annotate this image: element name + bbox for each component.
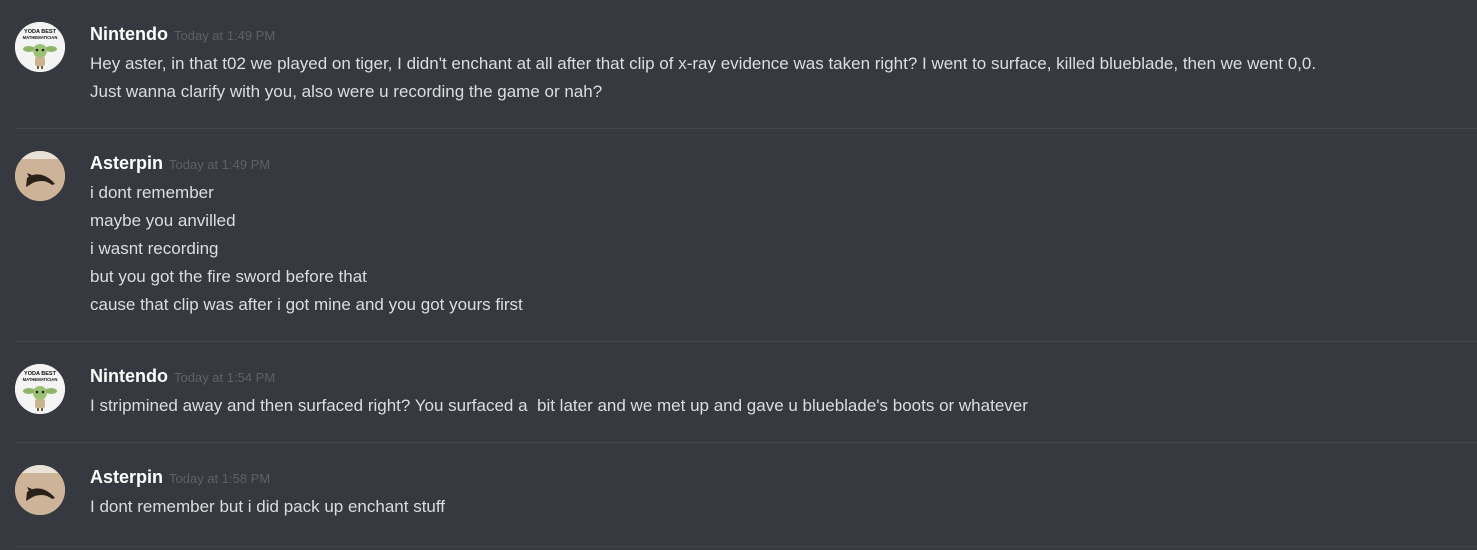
avatar[interactable]: YODA BEST MATHEMATICIAN: [15, 22, 65, 72]
message-line: Just wanna clarify with you, also were u…: [90, 82, 603, 101]
cat-photo-icon: [15, 465, 65, 515]
message-divider: [15, 546, 1477, 547]
chat-message-list[interactable]: YODA BEST MATHEMATICIAN Nintendo Today at…: [0, 0, 1477, 550]
username[interactable]: Nintendo: [90, 366, 168, 386]
message-divider: [15, 128, 1477, 129]
message-header: Nintendo Today at 1:49 PM: [90, 24, 275, 46]
message-divider: [15, 341, 1477, 342]
message-line: I dont remember but i did pack up enchan…: [90, 497, 446, 516]
message-line: maybe you anvilled: [90, 211, 236, 230]
timestamp: Today at 1:49 PM: [169, 157, 271, 172]
avatar[interactable]: YODA BEST MATHEMATICIAN: [15, 364, 65, 414]
timestamp: Today at 1:49 PM: [174, 28, 276, 43]
message-header: Nintendo Today at 1:54 PM: [90, 366, 275, 388]
message-header: Asterpin Today at 1:49 PM: [90, 153, 270, 175]
timestamp: Today at 1:54 PM: [174, 370, 276, 385]
username[interactable]: Nintendo: [90, 24, 168, 44]
message-line: i wasnt recording: [90, 239, 219, 258]
message-divider: [15, 442, 1477, 443]
message-header: Asterpin Today at 1:58 PM: [90, 467, 270, 489]
cat-photo-icon: [15, 151, 65, 201]
message-line: cause that clip was after i got mine and…: [90, 295, 523, 314]
timestamp: Today at 1:58 PM: [169, 471, 271, 486]
yoda-avatar-icon: YODA BEST MATHEMATICIAN: [15, 364, 65, 414]
avatar[interactable]: [15, 465, 65, 515]
username[interactable]: Asterpin: [90, 467, 163, 487]
avatar[interactable]: [15, 151, 65, 201]
yoda-avatar-icon: YODA BEST MATHEMATICIAN: [15, 22, 65, 72]
message-line: Hey aster, in that t02 we played on tige…: [90, 54, 1317, 73]
message-line: but you got the fire sword before that: [90, 267, 367, 286]
message-line: i dont remember: [90, 183, 214, 202]
message-line: I stripmined away and then surfaced righ…: [90, 396, 1028, 415]
username[interactable]: Asterpin: [90, 153, 163, 173]
avatar-text-line2: MATHEMATICIAN: [23, 35, 58, 40]
avatar-text-line2: MATHEMATICIAN: [23, 377, 58, 382]
